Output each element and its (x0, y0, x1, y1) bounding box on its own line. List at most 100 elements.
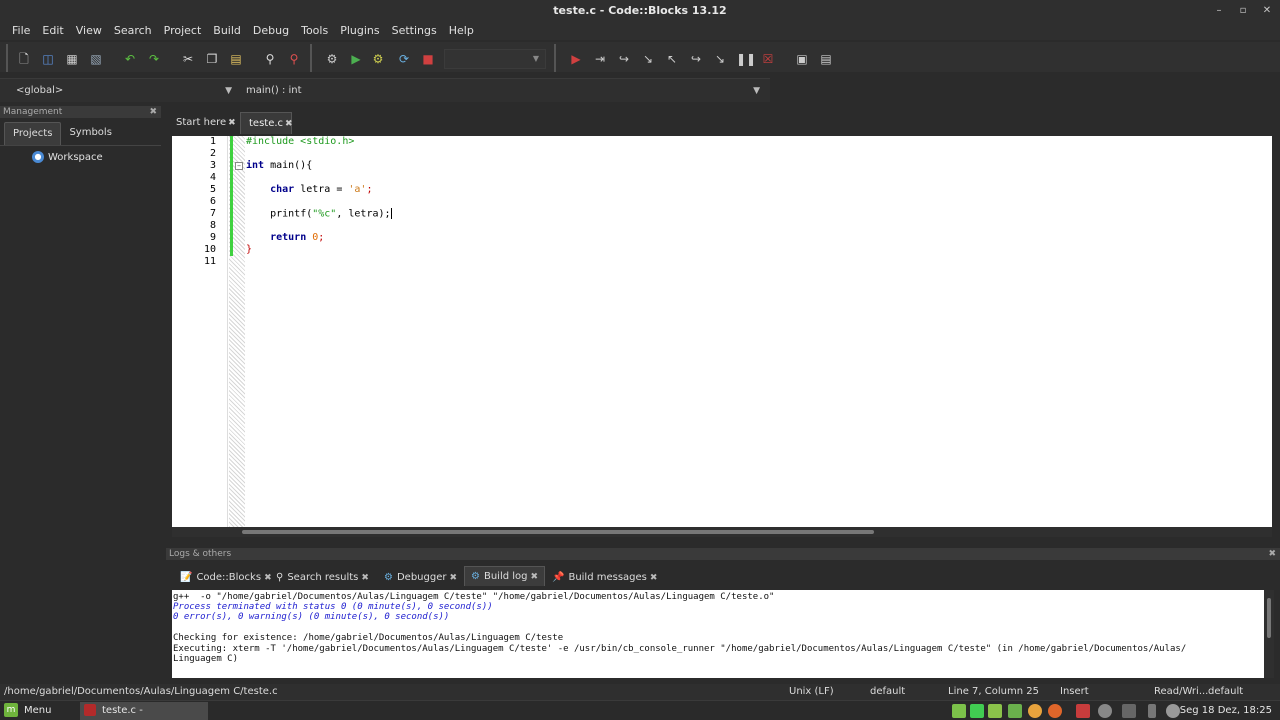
close-icon[interactable]: ✖ (149, 106, 157, 118)
tab-codeblocks-log[interactable]: 📝 Code::Blocks ✖ (174, 568, 278, 588)
new-file-icon[interactable]: 🗋 (16, 51, 32, 67)
save-all-icon[interactable]: ▧ (88, 51, 104, 67)
workspace-node[interactable]: Workspace (48, 152, 103, 163)
menu-debug[interactable]: Debug (247, 22, 295, 40)
tab-search-results[interactable]: ⚲ Search results ✖ (270, 568, 375, 588)
status-file-path: /home/gabriel/Documentos/Aulas/Linguagem… (4, 686, 278, 697)
firefox-icon[interactable] (1048, 704, 1062, 718)
menu-tools[interactable]: Tools (295, 22, 334, 40)
code-editor[interactable]: 1 2 3 4 5 6 7 8 9 10 11 – #include <stdi… (172, 136, 1272, 527)
debug-run-icon[interactable]: ▶ (568, 51, 584, 67)
tray-app-icon[interactable] (1008, 704, 1022, 718)
menu-search[interactable]: Search (108, 22, 158, 40)
step-out-icon[interactable]: ↖ (664, 51, 680, 67)
close-icon[interactable]: ✖ (531, 572, 539, 582)
close-icon[interactable]: ✖ (1268, 548, 1276, 560)
menu-file[interactable]: File (6, 22, 36, 40)
find-icon[interactable]: ⚲ (262, 51, 278, 67)
volume-icon[interactable] (1166, 704, 1180, 718)
tab-start-here[interactable]: Start here ✖ (166, 112, 236, 134)
close-icon[interactable]: ✖ (650, 573, 658, 583)
menu-build[interactable]: Build (207, 22, 247, 40)
code-text: ; (366, 184, 373, 195)
line-number: 9 (209, 232, 216, 243)
title-bar: teste.c - Code::Blocks 13.12 – ▫ ✕ (0, 0, 1280, 22)
menu-plugins[interactable]: Plugins (334, 22, 385, 40)
tab-build-log[interactable]: ⚙ Build log ✖ (464, 566, 546, 586)
open-icon[interactable]: ◫ (40, 51, 56, 67)
qt-icon[interactable] (970, 704, 984, 718)
save-icon[interactable]: ▦ (64, 51, 80, 67)
stop-debugger-icon[interactable]: ☒ (760, 51, 776, 67)
build-log-output[interactable]: g++ -o "/home/gabriel/Documentos/Aulas/L… (172, 590, 1264, 678)
copy-icon[interactable]: ❐ (204, 51, 220, 67)
redo-icon[interactable]: ↷ (146, 51, 162, 67)
chrome-icon[interactable] (1028, 704, 1042, 718)
tab-debugger[interactable]: ⚙ Debugger ✖ (378, 568, 463, 588)
cut-icon[interactable]: ✂ (180, 51, 196, 67)
scope-select[interactable]: <global> ▼ (10, 81, 238, 101)
symbol-select[interactable]: main() : int ▼ (240, 81, 766, 101)
recorder-icon[interactable] (1076, 704, 1090, 718)
paste-icon[interactable]: ▤ (228, 51, 244, 67)
keyword: int (246, 160, 265, 171)
fold-toggle-icon[interactable]: – (235, 162, 243, 170)
editor-horizontal-scrollbar[interactable] (172, 527, 1272, 537)
tab-teste-c[interactable]: teste.c ✖ (240, 112, 293, 134)
menu-help[interactable]: Help (443, 22, 480, 40)
battery-icon[interactable] (1148, 704, 1156, 718)
build-and-run-icon[interactable]: ⚙ (370, 51, 386, 67)
debug-info-icon[interactable]: ▤ (818, 51, 834, 67)
char-literal: 'a' (348, 184, 367, 195)
menu-settings[interactable]: Settings (386, 22, 443, 40)
build-target-select[interactable]: ▼ (444, 49, 546, 69)
log-line: 0 error(s), 0 warning(s) (0 minute(s), 0… (173, 612, 450, 622)
code-area[interactable]: #include <stdio.h> int main(){ char letr… (246, 136, 1272, 527)
close-icon[interactable]: ✖ (361, 573, 369, 583)
menu-project[interactable]: Project (158, 22, 208, 40)
clock[interactable]: Seg 18 Dez, 18:25 (1180, 701, 1272, 720)
next-instruction-icon[interactable]: ↪ (688, 51, 704, 67)
start-menu-button[interactable]: m Menu (4, 703, 51, 719)
network-icon[interactable] (1122, 704, 1136, 718)
tray-app-icon[interactable] (952, 704, 966, 718)
shield-icon[interactable] (1098, 704, 1112, 718)
editor-tabs: Start here ✖ teste.c ✖ (166, 112, 1272, 134)
step-into-icon[interactable]: ↘ (640, 51, 656, 67)
build-gear-icon[interactable]: ⚙ (324, 51, 340, 67)
tab-symbols[interactable]: Symbols (61, 122, 119, 145)
debugger-toolbar: ▶ ⇥ ↪ ↘ ↖ ↪ ↘ ❚❚ ☒ ▣ ▤ (554, 44, 840, 72)
next-line-icon[interactable]: ↪ (616, 51, 632, 67)
menu-view[interactable]: View (70, 22, 108, 40)
rebuild-icon[interactable]: ⟳ (396, 51, 412, 67)
tab-build-messages[interactable]: 📌 Build messages ✖ (546, 568, 663, 588)
abort-icon[interactable]: ■ (420, 51, 436, 67)
close-icon[interactable]: ✕ (1260, 4, 1274, 18)
tab-label: Build messages (568, 572, 647, 583)
minimize-icon[interactable]: – (1212, 4, 1226, 18)
mint-logo-icon: m (4, 703, 18, 717)
status-encoding: default (870, 686, 906, 697)
undo-icon[interactable]: ↶ (122, 51, 138, 67)
status-bar: /home/gabriel/Documentos/Aulas/Linguagem… (0, 684, 1280, 700)
tab-projects[interactable]: Projects (4, 122, 62, 145)
log-vertical-scrollbar[interactable] (1264, 590, 1274, 678)
step-into-instruction-icon[interactable]: ↘ (712, 51, 728, 67)
replace-icon[interactable]: ⚲ (286, 51, 302, 67)
close-icon[interactable]: ✖ (449, 573, 457, 583)
taskbar-window-codeblocks[interactable]: teste.c - Code::Block... (80, 702, 208, 720)
debug-windows-icon[interactable]: ▣ (794, 51, 810, 67)
pause-icon[interactable]: ❚❚ (736, 51, 756, 67)
close-icon[interactable]: ✖ (228, 118, 236, 128)
menu-edit[interactable]: Edit (36, 22, 69, 40)
log-line: Linguagem C) (173, 654, 239, 664)
maximize-icon[interactable]: ▫ (1236, 4, 1250, 18)
scrollbar-thumb[interactable] (242, 530, 874, 534)
scrollbar-thumb[interactable] (1267, 598, 1271, 638)
run-to-cursor-icon[interactable]: ⇥ (592, 51, 608, 67)
code-text: , letra); (336, 208, 391, 220)
tray-app-icon[interactable] (988, 704, 1002, 718)
status-insert-mode: Insert (1060, 686, 1089, 697)
close-icon[interactable]: ✖ (285, 119, 293, 129)
run-icon[interactable]: ▶ (348, 51, 364, 67)
